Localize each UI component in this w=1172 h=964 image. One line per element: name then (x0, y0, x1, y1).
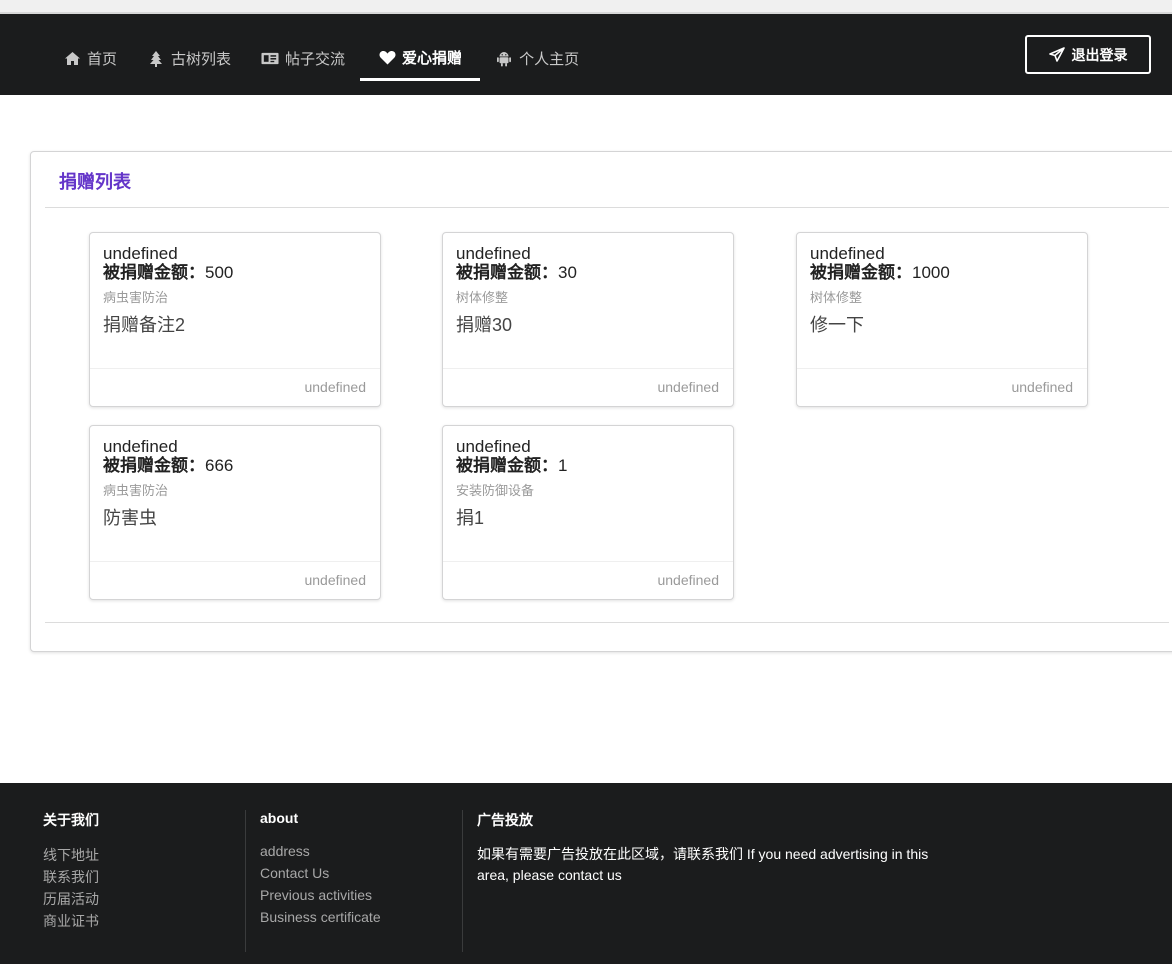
nav-item-label: 帖子交流 (285, 51, 346, 68)
logout-button[interactable]: 退出登录 (1025, 35, 1151, 74)
card-divider (797, 368, 1087, 369)
browser-top-strip (0, 0, 1172, 14)
nav-item-tree-list[interactable]: 古树列表 (132, 36, 246, 81)
amount-label: 被捐赠金额： (456, 456, 558, 475)
card-note: 捐赠备注2 (103, 315, 186, 335)
footer-col-title: 广告投放 (477, 812, 533, 828)
nav-item-label: 个人主页 (519, 51, 580, 68)
donation-card[interactable]: undefined 被捐赠金额：1000 树体修整 修一下 undefined (796, 232, 1088, 407)
footer-about-us-zh: 关于我们 线下地址 联系我们 历届活动 商业证书 (43, 810, 99, 932)
donation-card[interactable]: undefined 被捐赠金额：30 树体修整 捐赠30 undefined (442, 232, 734, 407)
heart-icon (378, 49, 396, 65)
amount-label: 被捐赠金额： (810, 263, 912, 282)
card-category: 树体修整 (810, 290, 863, 305)
footer-link[interactable]: 联系我们 (43, 866, 99, 888)
top-navbar: 首页 古树列表 帖子交流 爱心捐赠 个人主页 退出登录 (0, 14, 1172, 95)
footer-link[interactable]: address (260, 840, 381, 862)
amount-label: 被捐赠金额： (456, 263, 558, 282)
card-header: undefined (456, 437, 531, 456)
card-note: 防害虫 (103, 508, 157, 528)
card-note: 捐赠30 (456, 315, 513, 335)
card-extra: undefined (657, 379, 719, 395)
footer-link[interactable]: Business certificate (260, 906, 381, 928)
footer-link[interactable]: Contact Us (260, 862, 381, 884)
donation-card[interactable]: undefined 被捐赠金额：666 病虫害防治 防害虫 undefined (89, 425, 381, 600)
home-icon (63, 51, 81, 67)
card-extra: undefined (657, 572, 719, 588)
id-card-icon (261, 51, 279, 67)
card-extra: undefined (1011, 379, 1073, 395)
logout-label: 退出登录 (1071, 46, 1128, 63)
card-category: 病虫害防治 (103, 483, 169, 498)
amount-label: 被捐赠金额： (103, 263, 205, 282)
donation-card[interactable]: undefined 被捐赠金额：1 安装防御设备 捐1 undefined (442, 425, 734, 600)
android-icon (495, 51, 513, 67)
card-note: 捐1 (456, 508, 485, 528)
card-amount: 被捐赠金额：500 (103, 263, 233, 283)
footer-link[interactable]: 商业证书 (43, 910, 99, 932)
card-header: undefined (810, 244, 885, 263)
amount-value: 666 (205, 456, 234, 475)
card-category: 安装防御设备 (456, 483, 535, 498)
card-amount: 被捐赠金额：666 (103, 456, 233, 476)
nav-item-home[interactable]: 首页 (48, 36, 132, 81)
card-amount: 被捐赠金额：1 (456, 456, 567, 476)
card-extra: undefined (304, 572, 366, 588)
card-note: 修一下 (810, 315, 864, 335)
nav-item-donation[interactable]: 爱心捐赠 (360, 36, 481, 81)
card-divider (443, 561, 733, 562)
card-category: 树体修整 (456, 290, 509, 305)
card-header: undefined (103, 437, 178, 456)
amount-value: 500 (205, 263, 234, 282)
card-category: 病虫害防治 (103, 290, 169, 305)
page-footer: 关于我们 线下地址 联系我们 历届活动 商业证书 about address C… (0, 783, 1172, 964)
nav-item-profile[interactable]: 个人主页 (480, 36, 594, 81)
amount-label: 被捐赠金额： (103, 456, 205, 475)
footer-link[interactable]: 历届活动 (43, 888, 99, 910)
nav-menu: 首页 古树列表 帖子交流 爱心捐赠 个人主页 (48, 36, 594, 81)
panel-divider-top (45, 207, 1169, 208)
card-divider (90, 368, 380, 369)
card-header: undefined (456, 244, 531, 263)
nav-item-label: 古树列表 (171, 51, 232, 68)
tree-icon (147, 50, 165, 67)
footer-separator (245, 810, 246, 952)
footer-link[interactable]: Previous activities (260, 884, 381, 906)
footer-about-en: about address Contact Us Previous activi… (260, 810, 381, 928)
amount-value: 1000 (912, 263, 950, 282)
card-divider (90, 561, 380, 562)
nav-item-posts[interactable]: 帖子交流 (246, 36, 360, 81)
nav-item-label: 爱心捐赠 (402, 49, 463, 67)
amount-value: 30 (558, 263, 577, 282)
footer-separator (462, 810, 463, 952)
donation-card[interactable]: undefined 被捐赠金额：500 病虫害防治 捐赠备注2 undefine… (89, 232, 381, 407)
card-amount: 被捐赠金额：1000 (810, 263, 950, 283)
footer-ad-text: 如果有需要广告投放在此区域，请联系我们 If you need advertis… (477, 846, 929, 883)
card-header: undefined (103, 244, 178, 263)
card-divider (443, 368, 733, 369)
footer-col-title: about (260, 810, 299, 826)
card-amount: 被捐赠金额：30 (456, 263, 577, 283)
footer-link[interactable]: 线下地址 (43, 844, 99, 866)
donation-list-panel: 捐赠列表 undefined 被捐赠金额：500 病虫害防治 捐赠备注2 und… (30, 151, 1172, 652)
paper-plane-icon (1048, 47, 1065, 62)
amount-value: 1 (558, 456, 568, 475)
panel-title: 捐赠列表 (59, 172, 131, 192)
footer-col-title: 关于我们 (43, 812, 99, 828)
panel-divider-bottom (45, 622, 1169, 623)
footer-advertising: 广告投放 如果有需要广告投放在此区域，请联系我们 If you need adv… (477, 810, 937, 886)
nav-item-label: 首页 (87, 51, 118, 68)
card-extra: undefined (304, 379, 366, 395)
